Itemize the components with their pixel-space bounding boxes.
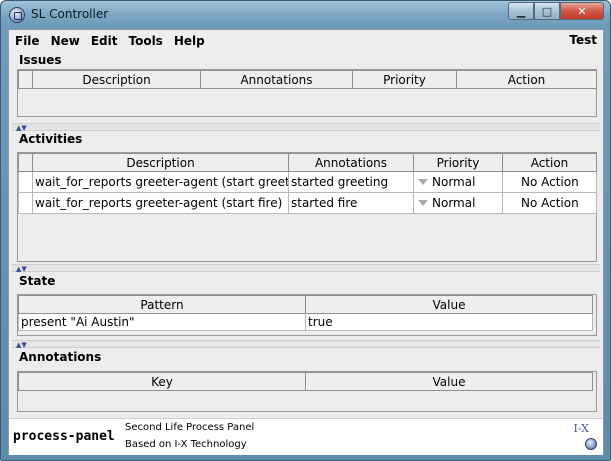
dropdown-arrow-icon[interactable]: [507, 200, 517, 206]
dropdown-arrow-icon[interactable]: [418, 179, 428, 185]
issues-title: Issues: [19, 53, 62, 67]
title-bar[interactable]: SL Controller ▁ □ ✕: [1, 1, 610, 29]
annotations-header-key[interactable]: Key: [18, 372, 306, 391]
issues-header-action[interactable]: Action: [456, 70, 597, 89]
annotations-header-value[interactable]: Value: [305, 372, 593, 391]
minimize-button[interactable]: ▁: [508, 2, 534, 20]
dropdown-arrow-icon[interactable]: [418, 200, 428, 206]
issues-header-description[interactable]: Description: [32, 70, 201, 89]
state-header-pattern[interactable]: Pattern: [18, 295, 306, 314]
menu-file[interactable]: File: [10, 34, 45, 48]
activity-annotations[interactable]: started greeting: [288, 171, 414, 193]
menu-help[interactable]: Help: [169, 34, 210, 48]
activity-action-select[interactable]: No Action: [502, 171, 597, 193]
activities-header-description[interactable]: Description: [32, 153, 289, 172]
footer-technology: Based on I-X Technology: [125, 439, 247, 450]
row-header[interactable]: [18, 192, 33, 214]
state-table: Pattern Value present "Ai Austin" true: [18, 295, 593, 331]
activities-header-action[interactable]: Action: [502, 153, 597, 172]
activities-section: Activities Description Annotations Prior…: [12, 132, 600, 264]
menu-edit[interactable]: Edit: [86, 34, 123, 48]
ix-globe-icon: [585, 438, 597, 450]
annotations-title: Annotations: [19, 350, 102, 364]
activity-action-value: No Action: [521, 196, 579, 210]
issues-table-box: Description Annotations Priority Action: [17, 69, 597, 117]
activity-action-value: No Action: [521, 175, 579, 189]
activity-description[interactable]: wait_for_reports greeter-agent (start gr…: [32, 171, 289, 193]
issues-section: Issues Description Annotations Priority …: [12, 53, 600, 123]
ix-logo-text: I-X: [573, 422, 589, 435]
activity-priority-value: Normal: [432, 175, 476, 189]
activities-header-priority[interactable]: Priority: [413, 153, 503, 172]
app-globe-icon: [9, 7, 25, 23]
close-button[interactable]: ✕: [560, 2, 604, 20]
issues-table: Description Annotations Priority Action: [18, 70, 597, 89]
state-splitter[interactable]: ▲▼: [12, 340, 600, 349]
issues-header-corner: [18, 70, 33, 89]
window-controls: ▁ □ ✕: [508, 2, 604, 20]
issues-splitter[interactable]: ▲▼: [12, 123, 600, 132]
splitter-arrows-icon[interactable]: ▲▼: [16, 341, 27, 349]
annotations-table-box: Key Value: [17, 371, 597, 412]
activity-priority-select[interactable]: Normal: [413, 171, 503, 193]
issues-header-priority[interactable]: Priority: [352, 70, 457, 89]
menu-new[interactable]: New: [46, 34, 85, 48]
dropdown-arrow-icon[interactable]: [507, 179, 517, 185]
activity-description[interactable]: wait_for_reports greeter-agent (start fi…: [32, 192, 289, 214]
state-pattern[interactable]: present "Ai Austin": [18, 313, 306, 331]
window-title: SL Controller: [31, 7, 109, 21]
menu-bar: File New Edit Tools Help Test: [9, 30, 603, 51]
menu-tools[interactable]: Tools: [123, 34, 167, 48]
activities-header-corner: [18, 153, 33, 172]
maximize-button[interactable]: □: [534, 2, 560, 20]
state-table-box: Pattern Value present "Ai Austin" true: [17, 294, 597, 336]
state-title: State: [19, 274, 56, 288]
table-row[interactable]: wait_for_reports greeter-agent (start gr…: [18, 171, 597, 193]
state-value[interactable]: true: [305, 313, 593, 331]
footer-description: Second Life Process Panel: [125, 422, 255, 433]
splitter-arrows-icon[interactable]: ▲▼: [16, 124, 27, 132]
activities-table-box: Description Annotations Priority Action …: [17, 152, 597, 262]
activity-action-select[interactable]: No Action: [502, 192, 597, 214]
activities-table: Description Annotations Priority Action …: [18, 153, 597, 214]
state-header-value[interactable]: Value: [305, 295, 593, 314]
menu-test[interactable]: Test: [569, 33, 597, 47]
row-header[interactable]: [18, 171, 33, 193]
client-area: File New Edit Tools Help Test Issues Des…: [8, 29, 604, 455]
activity-priority-value: Normal: [432, 196, 476, 210]
footer-panel-name: process-panel: [13, 429, 115, 444]
activity-annotations[interactable]: started fire: [288, 192, 414, 214]
annotations-section: Annotations Key Value: [12, 350, 600, 416]
activities-title: Activities: [19, 132, 83, 146]
footer-panel: process-panel Second Life Process Panel …: [9, 418, 603, 455]
issues-header-annotations[interactable]: Annotations: [200, 70, 353, 89]
activities-header-annotations[interactable]: Annotations: [288, 153, 414, 172]
table-row[interactable]: present "Ai Austin" true: [18, 313, 593, 331]
annotations-table: Key Value: [18, 372, 593, 391]
activities-splitter[interactable]: ▲▼: [12, 264, 600, 273]
app-window: SL Controller ▁ □ ✕ File New Edit Tools …: [0, 0, 611, 461]
state-section: State Pattern Value present "Ai Austin" …: [12, 274, 600, 340]
activity-priority-select[interactable]: Normal: [413, 192, 503, 214]
splitter-arrows-icon[interactable]: ▲▼: [16, 265, 27, 273]
table-row[interactable]: wait_for_reports greeter-agent (start fi…: [18, 192, 597, 214]
